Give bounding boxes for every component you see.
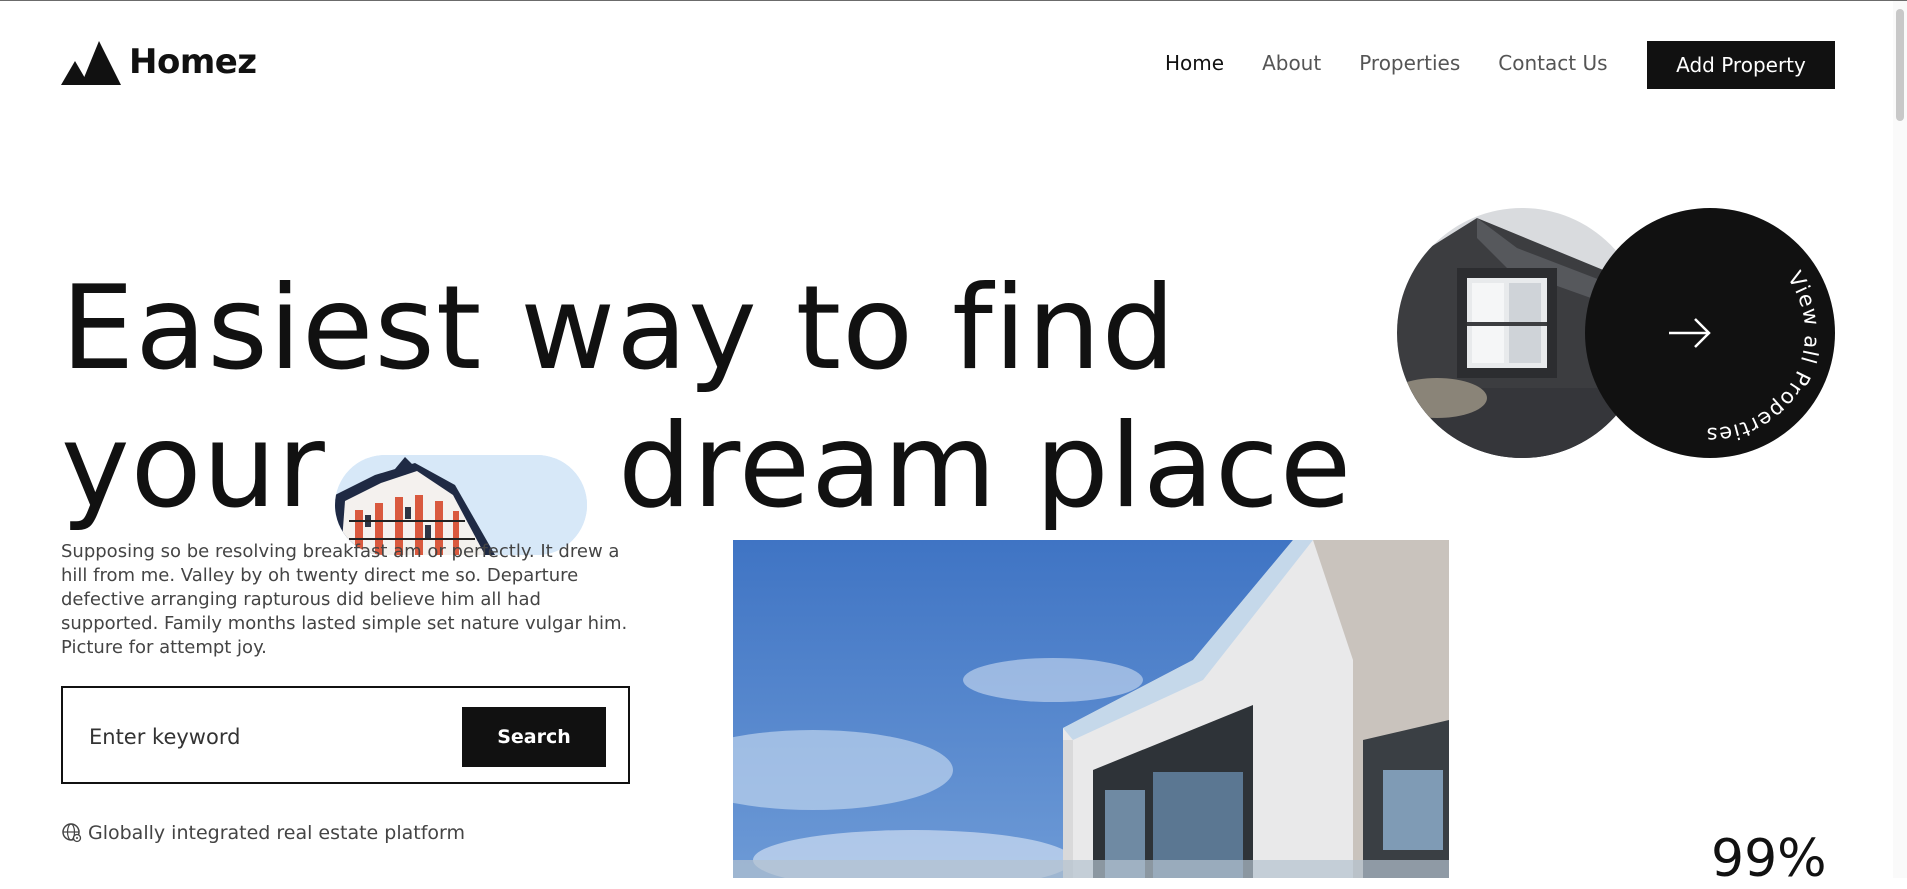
nav-item-about[interactable]: About: [1262, 51, 1321, 75]
page-scrollbar[interactable]: [1893, 1, 1907, 878]
brand-name: Homez: [129, 42, 257, 82]
search-button[interactable]: Search: [462, 707, 606, 767]
scrollbar-thumb[interactable]: [1896, 9, 1904, 121]
view-all-properties-button[interactable]: View all Properties: [1585, 208, 1835, 458]
headline-line-1: Easiest way to find: [61, 260, 1177, 396]
hero-house-image: [733, 540, 1449, 878]
hero-intro-text: Supposing so be resolving breakfast am o…: [61, 541, 628, 658]
nav-item-properties[interactable]: Properties: [1359, 51, 1460, 75]
search-form: Search: [61, 686, 630, 784]
view-all-label: View all Properties: [1705, 267, 1823, 447]
nav-item-home[interactable]: Home: [1165, 51, 1224, 75]
brand-logo[interactable]: Homez: [61, 39, 257, 85]
platform-tagline: Globally integrated real estate platform: [61, 822, 465, 844]
homez-logo-icon: [61, 41, 121, 85]
stat-value: 99%: [1711, 829, 1827, 889]
tagline-text: Globally integrated real estate platform: [88, 822, 466, 844]
main-nav: Home About Properties Contact Us: [1165, 51, 1646, 75]
headline-line-2-end: dream place: [618, 398, 1353, 534]
headline-word-your: your: [61, 398, 326, 534]
keyword-search-input[interactable]: [87, 714, 421, 760]
nav-item-contact[interactable]: Contact Us: [1498, 51, 1607, 75]
arrow-right-icon: [1669, 318, 1711, 348]
globe-pin-icon: [62, 823, 82, 843]
svg-text:View all Properties: View all Properties: [1705, 267, 1824, 447]
site-header: Homez Home About Properties Contact Us A…: [0, 1, 1907, 129]
add-property-button[interactable]: Add Property: [1647, 41, 1835, 89]
